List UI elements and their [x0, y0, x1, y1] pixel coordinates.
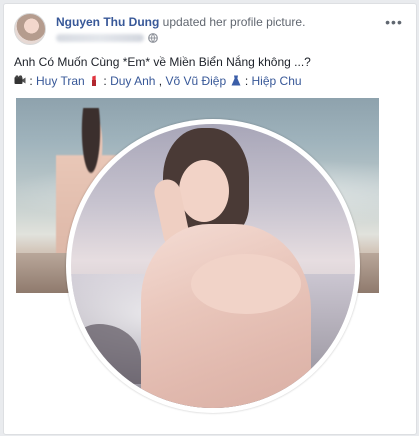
dress-icon — [231, 75, 240, 86]
more-options-icon[interactable]: ••• — [382, 15, 406, 29]
post-title-line: Nguyen Thu Dung updated her profile pict… — [56, 15, 305, 29]
profile-face — [179, 160, 229, 222]
profile-dress — [141, 224, 311, 408]
credit-link-huy-tran[interactable]: Huy Tran — [36, 74, 85, 88]
feed-post: Nguyen Thu Dung updated her profile pict… — [3, 3, 417, 435]
post-credits: : Huy Tran : Duy Anh , Võ Vũ Điệp : Hiệp… — [14, 74, 302, 88]
post-action-text: updated her profile picture. — [162, 15, 306, 29]
author-name-link[interactable]: Nguyen Thu Dung — [56, 15, 159, 29]
post-caption: Anh Có Muốn Cùng *Em* về Miền Biển Nắng … — [14, 55, 311, 69]
credits-separator: : — [26, 74, 37, 88]
post-header: Nguyen Thu Dung updated her profile pict… — [14, 13, 406, 49]
profile-knee — [191, 254, 301, 314]
credit-link-duy-anh[interactable]: Duy Anh — [110, 74, 155, 88]
credit-link-vo-vu-diep[interactable]: Võ Vũ Điệp — [165, 74, 226, 88]
credits-comma: , — [155, 74, 166, 88]
profile-picture-frame — [66, 119, 360, 413]
credits-separator: : — [100, 74, 111, 88]
lipstick-icon — [92, 75, 97, 86]
profile-picture[interactable] — [71, 124, 355, 408]
author-avatar[interactable] — [14, 13, 46, 45]
post-timestamp-blurred[interactable] — [56, 34, 144, 42]
credit-link-hiep-chu[interactable]: Hiệp Chu — [252, 74, 302, 88]
globe-icon[interactable] — [148, 33, 158, 43]
post-meta — [56, 32, 158, 44]
video-camera-icon — [14, 75, 26, 84]
credits-separator: : — [241, 74, 252, 88]
